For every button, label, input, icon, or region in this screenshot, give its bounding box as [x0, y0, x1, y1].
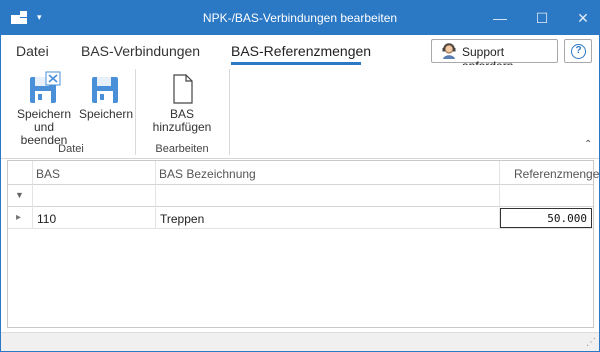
support-button[interactable]: Support anfordern [431, 39, 558, 73]
row-indicator-header [8, 161, 33, 185]
group-label-datei: Datei [58, 143, 84, 155]
tab-datei[interactable]: Datei [16, 43, 49, 59]
tab-bas-verbindungen[interactable]: BAS-Verbindungen [81, 43, 200, 59]
tab-bas-referenzmengen[interactable]: BAS-Referenzmengen [231, 43, 371, 59]
new-document-icon [173, 74, 193, 104]
cell-bas[interactable]: 110 [33, 207, 156, 229]
add-bas-button[interactable]: BAS hinzufügen [140, 71, 224, 134]
help-icon: ? [571, 44, 586, 59]
save-label: Speichern [79, 107, 134, 121]
cell-bas-bezeichnung[interactable]: Treppen [156, 207, 500, 229]
filter-cell-referenzmenge[interactable] [500, 185, 593, 207]
filter-icon[interactable]: ▼ [8, 185, 33, 207]
app-window: ▾ NPK-/BAS-Verbindungen bearbeiten — ☐ ✕… [0, 0, 600, 352]
save-and-close-button[interactable]: Speichern und beenden [11, 71, 77, 147]
help-button[interactable]: ? [564, 39, 592, 63]
add-bas-label: BAS hinzufügen [152, 107, 212, 134]
title-bar[interactable]: ▾ NPK-/BAS-Verbindungen bearbeiten — ☐ ✕ [1, 1, 599, 35]
save-close-icon [30, 71, 61, 103]
support-agent-icon [442, 43, 456, 59]
table-row[interactable]: ▸ 110 Treppen 50.000 [8, 207, 593, 229]
column-header-bas-bezeichnung[interactable]: BAS Bezeichnung [156, 161, 500, 185]
bas-grid[interactable]: BAS BAS Bezeichnung Referenzmenge ▼ ▸ 11… [7, 160, 599, 328]
group-separator [229, 69, 230, 155]
filter-row: ▼ [8, 185, 593, 207]
minimize-button[interactable]: — [488, 7, 512, 29]
column-header-referenzmenge[interactable]: Referenzmenge [500, 161, 599, 185]
save-button[interactable]: Speichern [79, 71, 134, 121]
group-label-bearbeiten: Bearbeiten [155, 143, 209, 155]
resize-grip-icon[interactable]: ⋰ [586, 337, 596, 348]
maximize-button[interactable]: ☐ [530, 7, 554, 29]
close-button[interactable]: ✕ [571, 7, 595, 29]
filter-cell-bas[interactable] [33, 185, 156, 207]
group-separator [135, 69, 136, 155]
column-header-bas[interactable]: BAS [33, 161, 156, 185]
save-icon [92, 77, 118, 103]
ribbon-panel: Speichern und beenden Speichern Datei BA… [1, 65, 599, 159]
collapse-ribbon-icon[interactable]: ⌃ [584, 139, 592, 150]
referenzmenge-editor[interactable]: 50.000 [500, 208, 592, 228]
filter-cell-bezeichnung[interactable] [156, 185, 500, 207]
status-bar: ⋰ [1, 332, 599, 351]
row-indicator-icon: ▸ [8, 207, 33, 229]
